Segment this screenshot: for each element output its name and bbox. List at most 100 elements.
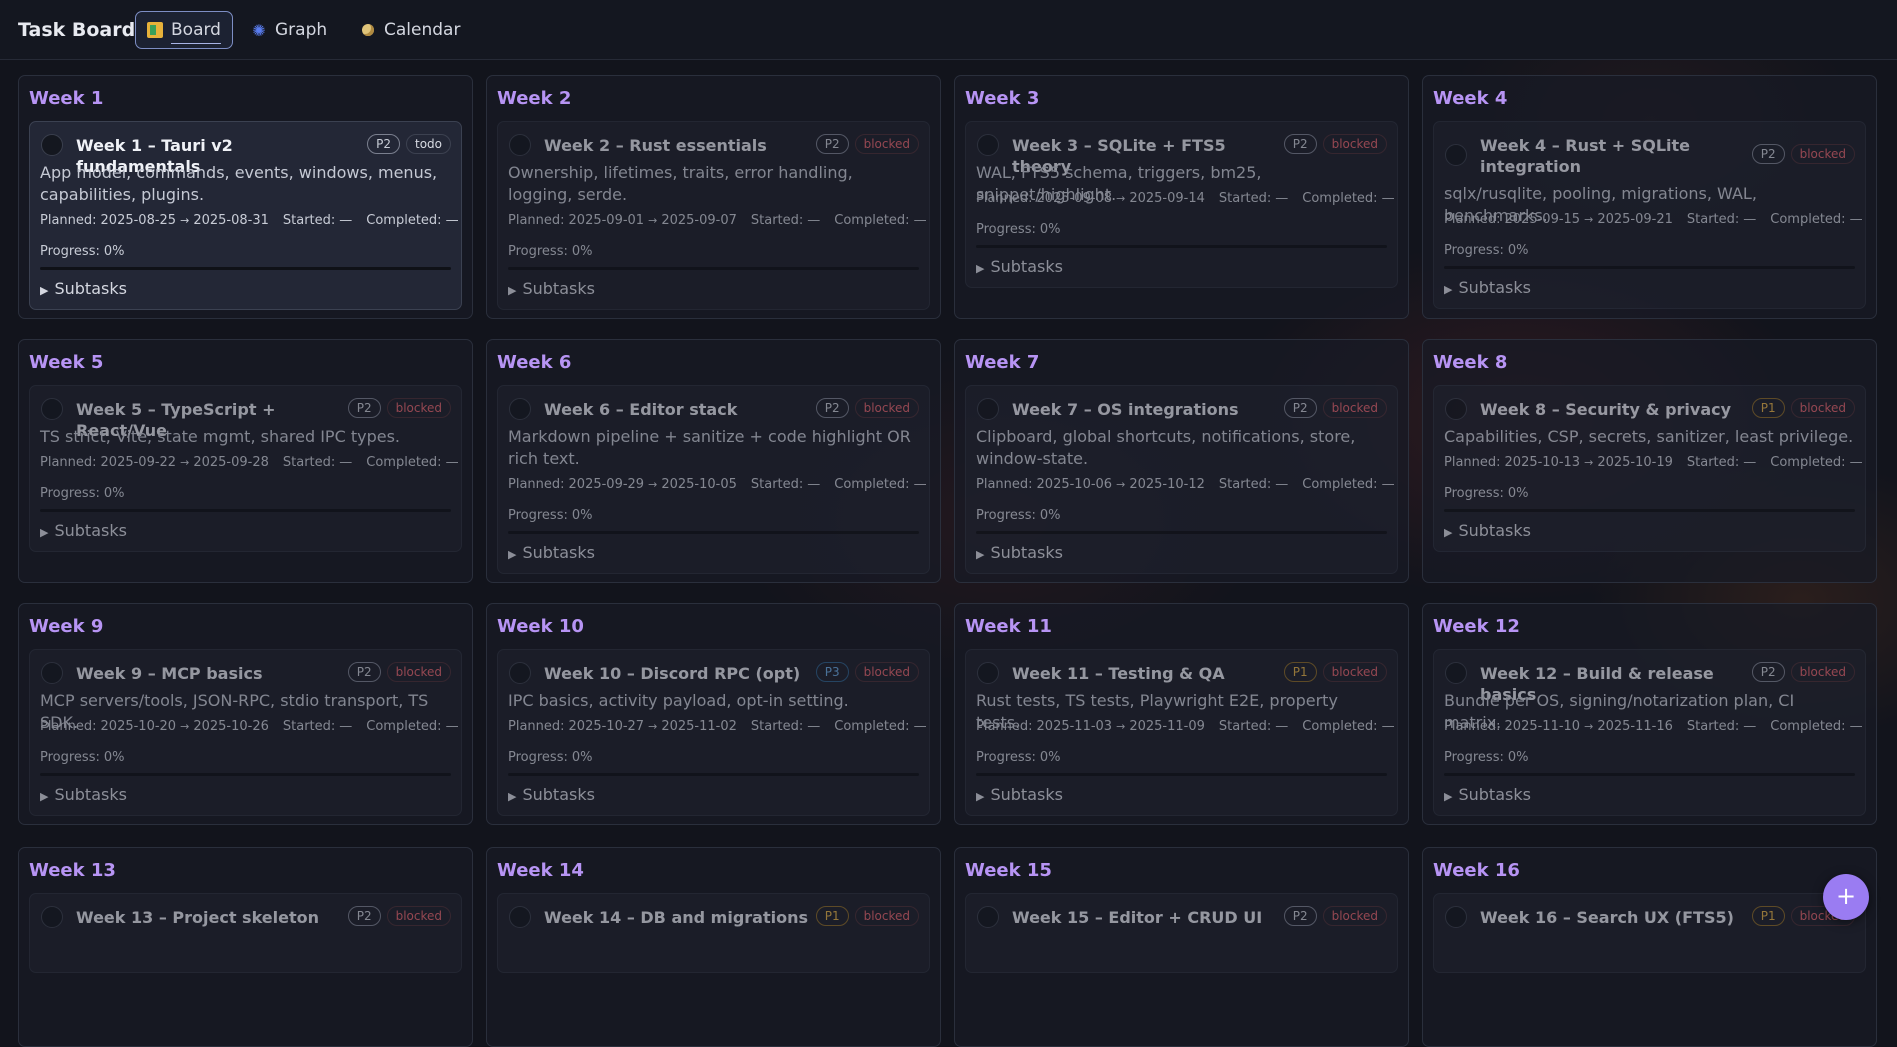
task-dates: Planned: 2025-09-08 → 2025-09-14 Started: — Co… <box>976 191 1395 206</box>
week-column: Week 13 Week 13 – Project skeleton P2 block… <box>18 847 473 1047</box>
task-checkbox[interactable] <box>977 662 999 684</box>
subtasks-toggle[interactable]: ▶ Subtasks <box>1444 278 1531 297</box>
task-title: Week 7 – OS integrations <box>1012 400 1239 419</box>
completed-value: — <box>1849 212 1863 227</box>
subtasks-toggle[interactable]: ▶ Subtasks <box>508 543 595 562</box>
subtasks-toggle[interactable]: ▶ Subtasks <box>40 521 127 540</box>
completed-label: Completed: <box>366 213 442 228</box>
subtasks-toggle[interactable]: ▶ Subtasks <box>508 279 595 298</box>
task-checkbox[interactable] <box>977 134 999 156</box>
subtasks-toggle[interactable]: ▶ Subtasks <box>1444 785 1531 804</box>
week-column: Week 5 Week 5 – TypeScript + React/Vue P2 b… <box>18 339 473 583</box>
task-badges: P2 blocked <box>347 906 451 926</box>
task-card[interactable]: Week 7 – OS integrations P2 blocked Clipboa… <box>965 385 1398 574</box>
task-checkbox[interactable] <box>977 906 999 928</box>
task-card[interactable]: Week 11 – Testing & QA P1 blocked Rust test… <box>965 649 1398 816</box>
task-card[interactable]: Week 6 – Editor stack P2 blocked Markdown p… <box>497 385 930 574</box>
subtasks-label: Subtasks <box>990 785 1063 804</box>
task-card[interactable]: Week 14 – DB and migrations P1 blocked <box>497 893 930 973</box>
task-description: Ownership, lifetimes, traits, error hand… <box>508 163 853 204</box>
completed-label: Completed: <box>1302 719 1378 734</box>
completed-value: — <box>1849 719 1863 734</box>
planned-start: 2025-10-27 <box>568 719 645 734</box>
priority-badge: P2 <box>1751 144 1785 164</box>
task-checkbox[interactable] <box>41 906 63 928</box>
add-task-button[interactable]: + <box>1823 874 1869 920</box>
completed-label: Completed: <box>834 477 910 492</box>
task-card[interactable]: Week 16 – Search UX (FTS5) P1 blocked <box>1433 893 1866 973</box>
week-column: Week 9 Week 9 – MCP basics P2 blocked MCP se… <box>18 603 473 825</box>
task-badges: P2 blocked <box>1751 662 1855 682</box>
task-card[interactable]: Week 8 – Security & privacy P1 blocked Capa… <box>1433 385 1866 552</box>
planned-start: 2025-09-08 <box>1036 191 1113 206</box>
task-card[interactable]: Week 13 – Project skeleton P2 blocked <box>29 893 462 973</box>
status-badge: blocked <box>854 662 919 682</box>
started-label: Started: <box>282 719 336 734</box>
task-title: Week 13 – Project skeleton <box>76 908 319 927</box>
progress-text: Progress: <box>508 750 568 765</box>
completed-value: — <box>445 455 459 470</box>
task-card[interactable]: Week 10 – Discord RPC (opt) P3 blocked IPC … <box>497 649 930 816</box>
task-card[interactable]: Week 3 – SQLite + FTS5 theory P2 blocked WA… <box>965 121 1398 288</box>
progress-bar <box>508 773 919 776</box>
task-checkbox[interactable] <box>1445 906 1467 928</box>
started-label: Started: <box>750 477 804 492</box>
progress-value: 0% <box>571 508 593 523</box>
task-badges: P2 blocked <box>1283 906 1387 926</box>
completed-value: — <box>1849 455 1863 470</box>
tab-graph[interactable]: ✺ Graph <box>240 11 338 49</box>
subtasks-toggle[interactable]: ▶ Subtasks <box>976 543 1063 562</box>
week-column: Week 10 Week 10 – Discord RPC (opt) P3 bloc… <box>486 603 941 825</box>
progress-label: Progress: 0% <box>976 508 1060 523</box>
priority-badge: P3 <box>815 662 849 682</box>
task-checkbox[interactable] <box>509 134 531 156</box>
priority-badge: P2 <box>1751 662 1785 682</box>
task-checkbox[interactable] <box>509 398 531 420</box>
subtasks-toggle[interactable]: ▶ Subtasks <box>976 785 1063 804</box>
tab-board[interactable]: Board <box>135 11 233 49</box>
task-checkbox[interactable] <box>1445 144 1467 166</box>
subtasks-toggle[interactable]: ▶ Subtasks <box>508 785 595 804</box>
tab-calendar[interactable]: Calendar <box>349 11 471 49</box>
task-card[interactable]: Week 2 – Rust essentials P2 blocked Ownersh… <box>497 121 930 310</box>
subtasks-label: Subtasks <box>54 279 127 298</box>
subtasks-toggle[interactable]: ▶ Subtasks <box>40 279 127 298</box>
task-checkbox[interactable] <box>509 662 531 684</box>
subtasks-toggle[interactable]: ▶ Subtasks <box>976 257 1063 276</box>
planned-end: 2025-09-21 <box>1597 212 1673 227</box>
task-badges: P2 blocked <box>347 398 451 418</box>
completed-value: — <box>913 213 927 228</box>
subtasks-toggle[interactable]: ▶ Subtasks <box>1444 521 1531 540</box>
task-card[interactable]: Week 15 – Editor + CRUD UI P2 blocked <box>965 893 1398 973</box>
subtasks-toggle[interactable]: ▶ Subtasks <box>40 785 127 804</box>
started-label: Started: <box>1218 191 1272 206</box>
task-checkbox[interactable] <box>41 134 63 156</box>
status-badge: blocked <box>1322 906 1387 926</box>
task-checkbox[interactable] <box>1445 662 1467 684</box>
started-value: — <box>339 719 353 734</box>
task-title: Week 8 – Security & privacy <box>1480 400 1732 419</box>
task-checkbox[interactable] <box>977 398 999 420</box>
task-title: Week 14 – DB and migrations <box>544 908 808 927</box>
task-checkbox[interactable] <box>1445 398 1467 420</box>
progress-label: Progress: 0% <box>40 486 124 501</box>
task-badges: P2 blocked <box>1283 398 1387 418</box>
task-card[interactable]: Week 5 – TypeScript + React/Vue P2 blocked… <box>29 385 462 552</box>
priority-badge: P2 <box>347 906 381 926</box>
task-card[interactable]: Week 9 – MCP basics P2 blocked MCP servers/… <box>29 649 462 816</box>
task-card[interactable]: Week 12 – Build & release basics P2 blocke… <box>1433 649 1866 816</box>
planned-label: Planned: <box>1444 719 1501 734</box>
task-checkbox[interactable] <box>509 906 531 928</box>
task-card[interactable]: Week 4 – Rust + SQLite integration P2 bloc… <box>1433 121 1866 309</box>
task-checkbox[interactable] <box>41 398 63 420</box>
progress-value: 0% <box>571 244 593 259</box>
progress-text: Progress: <box>40 244 100 259</box>
arrow-icon: → <box>1584 213 1594 226</box>
progress-bar <box>40 773 451 776</box>
task-card[interactable]: Week 1 – Tauri v2 fundamentals P2 todo App … <box>29 121 462 310</box>
priority-badge: P2 <box>367 134 400 154</box>
task-checkbox[interactable] <box>41 662 63 684</box>
expand-triangle-icon: ▶ <box>40 526 49 539</box>
tab-graph-label: Graph <box>275 20 328 40</box>
progress-bar <box>508 531 919 534</box>
